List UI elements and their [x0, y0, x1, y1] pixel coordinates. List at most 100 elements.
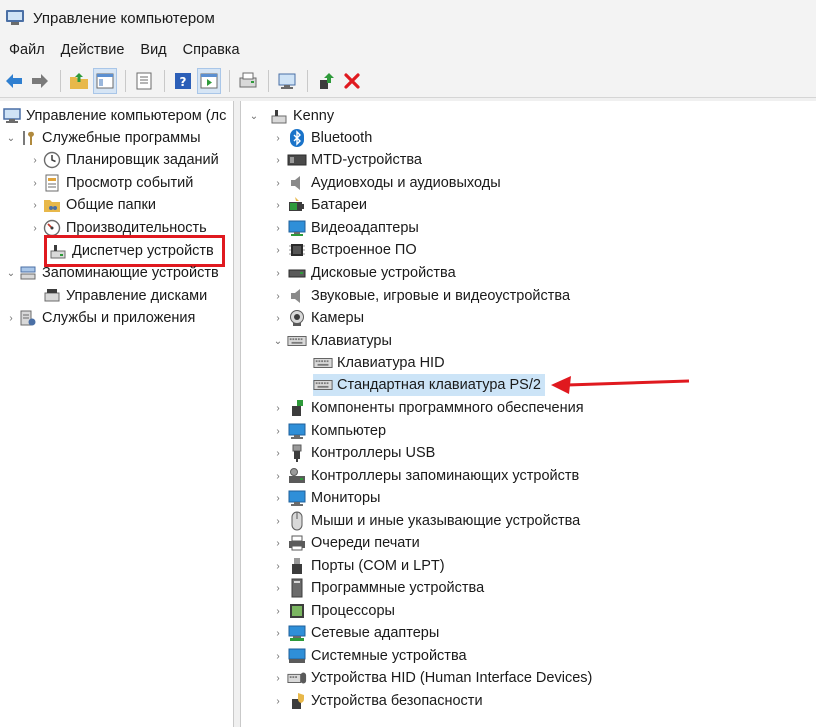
- shared-folder-icon: [42, 195, 62, 215]
- chevron-right-icon[interactable]: ›: [271, 127, 285, 149]
- chevron-right-icon[interactable]: ›: [271, 690, 285, 712]
- device-item[interactable]: Клавиатура HID: [313, 352, 445, 374]
- device-category-keyboards[interactable]: ⌄ Клавиатуры: [271, 330, 392, 352]
- help-icon[interactable]: ?: [171, 68, 195, 94]
- chevron-right-icon[interactable]: ›: [271, 465, 285, 487]
- chevron-right-icon[interactable]: ›: [271, 285, 285, 307]
- title-bar: Управление компьютером: [0, 0, 816, 36]
- chevron-down-icon[interactable]: ⌄: [4, 127, 18, 149]
- tree-root[interactable]: Управление компьютером (лс: [2, 105, 226, 127]
- tree-services[interactable]: › Службы и приложения: [4, 307, 195, 329]
- device-category[interactable]: › Дисковые устройства: [271, 262, 455, 284]
- menu-file[interactable]: Файл: [1, 36, 53, 64]
- device-category[interactable]: › MTD-устройства: [271, 149, 422, 171]
- tree-performance[interactable]: › Производительность: [28, 217, 207, 239]
- device-category[interactable]: › Контроллеры запоминающих устройств: [271, 465, 579, 487]
- tree-storage[interactable]: ⌄ Запоминающие устройств: [4, 262, 219, 284]
- chevron-right-icon[interactable]: ›: [271, 532, 285, 554]
- chevron-right-icon[interactable]: ›: [271, 487, 285, 509]
- tree-system-tools[interactable]: ⌄ Служебные программы: [4, 127, 201, 149]
- device-category[interactable]: › Камеры: [271, 307, 364, 329]
- chevron-right-icon[interactable]: ›: [271, 262, 285, 284]
- chevron-right-icon[interactable]: ›: [271, 397, 285, 419]
- console-tree-pane[interactable]: Управление компьютером (лс ⌄ Служебные п…: [0, 101, 234, 727]
- device-category[interactable]: › Процессоры: [271, 600, 395, 622]
- device-category[interactable]: › Bluetooth: [271, 127, 372, 149]
- device-category[interactable]: › Контроллеры USB: [271, 442, 435, 464]
- chevron-right-icon[interactable]: ›: [271, 645, 285, 667]
- device-category[interactable]: › Мыши и иные указывающие устройства: [271, 510, 580, 532]
- chevron-right-icon[interactable]: ›: [271, 510, 285, 532]
- action-pane-icon[interactable]: [197, 67, 221, 94]
- up-folder-icon[interactable]: [67, 68, 91, 94]
- chevron-right-icon[interactable]: ›: [271, 149, 285, 171]
- device-root[interactable]: ⌄ Kenny: [247, 105, 334, 127]
- battery-icon: [287, 195, 307, 215]
- device-item-selected[interactable]: Стандартная клавиатура PS/2: [313, 374, 545, 396]
- chevron-right-icon[interactable]: ›: [28, 149, 42, 171]
- device-category[interactable]: › Устройства безопасности: [271, 690, 483, 712]
- chevron-right-icon[interactable]: ›: [271, 172, 285, 194]
- services-label: Службы и приложения: [42, 310, 196, 326]
- tree-disk-management[interactable]: Управление дисками: [42, 285, 207, 307]
- device-category[interactable]: › Порты (COM и LPT): [271, 555, 445, 577]
- category-label: Процессоры: [311, 603, 395, 619]
- chevron-right-icon[interactable]: ›: [271, 600, 285, 622]
- chevron-down-icon[interactable]: ⌄: [247, 105, 261, 127]
- chevron-right-icon[interactable]: ›: [271, 217, 285, 239]
- keyboard-icon: [313, 353, 333, 373]
- device-category[interactable]: › Компоненты программного обеспечения: [271, 397, 584, 419]
- device-category[interactable]: › Встроенное ПО: [271, 239, 417, 261]
- chevron-right-icon[interactable]: ›: [271, 420, 285, 442]
- device-category[interactable]: › Программные устройства: [271, 577, 484, 599]
- chevron-right-icon[interactable]: ›: [271, 194, 285, 216]
- enable-device-icon[interactable]: [314, 68, 338, 94]
- category-label: Устройства безопасности: [311, 693, 483, 709]
- update-driver-icon[interactable]: [275, 68, 299, 94]
- back-icon[interactable]: [2, 68, 26, 94]
- camera-icon: [287, 308, 307, 328]
- tree-task-scheduler[interactable]: › Планировщик заданий: [28, 149, 219, 171]
- device-category[interactable]: › Батареи: [271, 194, 367, 216]
- device-tree-pane[interactable]: ⌄ Kenny › Bluetooth › MTD-устройства › А…: [240, 101, 816, 727]
- category-label: Видеоадаптеры: [311, 220, 419, 236]
- chevron-right-icon[interactable]: ›: [4, 307, 18, 329]
- menu-action[interactable]: Действие: [53, 36, 133, 64]
- menu-view[interactable]: Вид: [132, 36, 174, 64]
- forward-icon[interactable]: [28, 68, 52, 94]
- device-category[interactable]: › Системные устройства: [271, 645, 466, 667]
- device-category[interactable]: › Звуковые, игровые и видеоустройства: [271, 285, 570, 307]
- device-category[interactable]: › Очереди печати: [271, 532, 419, 554]
- chevron-right-icon[interactable]: ›: [271, 577, 285, 599]
- chevron-down-icon[interactable]: ⌄: [4, 262, 18, 284]
- menu-help[interactable]: Справка: [175, 36, 248, 64]
- tree-event-viewer[interactable]: › Просмотр событий: [28, 172, 193, 194]
- device-category[interactable]: › Мониторы: [271, 487, 380, 509]
- tree-shared-folders[interactable]: › Общие папки: [28, 194, 156, 216]
- device-category[interactable]: › Аудиовходы и аудиовыходы: [271, 172, 500, 194]
- category-label: Встроенное ПО: [311, 242, 417, 258]
- scan-hardware-icon[interactable]: [236, 68, 260, 94]
- printer-icon: [287, 533, 307, 553]
- chevron-down-icon[interactable]: ⌄: [271, 330, 285, 352]
- chevron-right-icon[interactable]: ›: [28, 172, 42, 194]
- device-category[interactable]: › Устройства HID (Human Interface Device…: [271, 667, 592, 689]
- chevron-right-icon[interactable]: ›: [28, 194, 42, 216]
- chevron-right-icon[interactable]: ›: [28, 217, 42, 239]
- device-category[interactable]: › Сетевые адаптеры: [271, 622, 439, 644]
- keyboard-icon: [287, 331, 307, 351]
- disk-management-label: Управление дисками: [66, 288, 208, 304]
- chevron-right-icon[interactable]: ›: [271, 239, 285, 261]
- uninstall-icon[interactable]: [340, 68, 364, 94]
- chevron-right-icon[interactable]: ›: [271, 667, 285, 689]
- disk-drive-icon: [287, 263, 307, 283]
- show-tree-icon[interactable]: [93, 67, 117, 94]
- chevron-right-icon[interactable]: ›: [271, 622, 285, 644]
- chevron-right-icon[interactable]: ›: [271, 555, 285, 577]
- properties-icon[interactable]: [132, 68, 156, 94]
- device-category[interactable]: › Компьютер: [271, 420, 386, 442]
- chevron-right-icon[interactable]: ›: [271, 442, 285, 464]
- chevron-right-icon[interactable]: ›: [271, 307, 285, 329]
- tree-device-manager[interactable]: Диспетчер устройств: [44, 235, 225, 267]
- device-category[interactable]: › Видеоадаптеры: [271, 217, 419, 239]
